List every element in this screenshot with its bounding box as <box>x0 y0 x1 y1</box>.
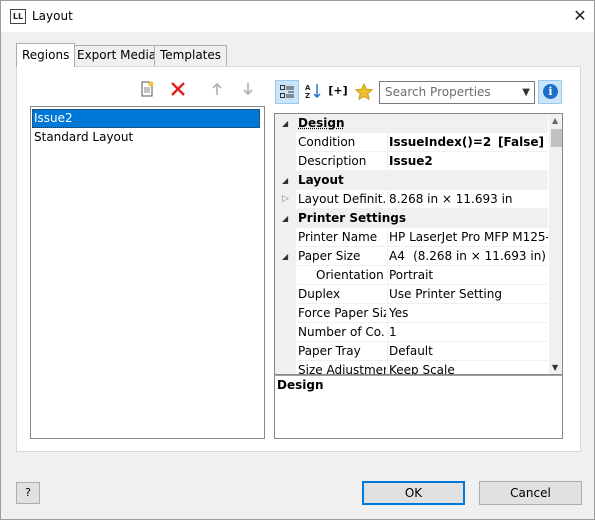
category-label: Design <box>298 116 345 130</box>
vertical-scrollbar[interactable]: ▲ ▼ <box>549 114 562 374</box>
help-button[interactable]: ? <box>16 482 40 504</box>
category-label: Printer Settings <box>298 211 406 225</box>
help-icon: ? <box>25 486 31 499</box>
property-name: Condition <box>298 133 386 152</box>
title-bar: LL Layout ✕ <box>1 1 594 32</box>
property-value[interactable]: Issue2 <box>387 152 548 171</box>
collapse-icon[interactable]: ◢ <box>282 209 288 228</box>
sort-az-icon[interactable]: AZ <box>301 80 325 104</box>
property-name: Duplex <box>298 285 386 304</box>
property-name: Description <box>298 152 386 171</box>
property-value[interactable]: Portrait <box>387 266 548 285</box>
info-button[interactable]: i <box>538 80 562 104</box>
property-value[interactable]: 8.268 in × 11.693 in <box>387 190 548 209</box>
app-icon: LL <box>10 9 26 24</box>
formula-icon[interactable]: [+] <box>326 80 350 104</box>
property-row-printer-name[interactable]: Printer Name HP LaserJet Pro MFP M125-..… <box>275 228 548 247</box>
property-name: Layout Definit... <box>298 190 386 209</box>
tab-export-media[interactable]: Export Media <box>71 45 163 66</box>
cancel-button[interactable]: Cancel <box>479 481 582 505</box>
regions-list[interactable]: Issue2 Standard Layout <box>30 106 265 439</box>
star-icon[interactable] <box>352 80 376 104</box>
property-name: Paper Tray <box>298 342 386 361</box>
window-title: Layout <box>32 9 73 23</box>
new-region-icon[interactable] <box>139 81 155 97</box>
property-value[interactable]: Yes <box>387 304 548 323</box>
delete-icon[interactable] <box>170 81 186 97</box>
category-layout[interactable]: ◢ Layout <box>275 171 548 190</box>
expand-icon[interactable]: ▷ <box>282 190 289 209</box>
property-value[interactable]: Default <box>387 342 548 361</box>
search-placeholder: Search Properties <box>385 85 491 99</box>
category-printer-settings[interactable]: ◢ Printer Settings <box>275 209 548 228</box>
category-label: Layout <box>298 173 344 187</box>
svg-text:Z: Z <box>305 92 310 99</box>
property-row-force-paper-size[interactable]: Force Paper Size Yes <box>275 304 548 323</box>
description-title: Design <box>277 378 324 392</box>
tab-templates[interactable]: Templates <box>154 45 228 66</box>
property-name: Paper Size <box>298 247 386 266</box>
scroll-down-icon[interactable]: ▼ <box>552 363 558 372</box>
layout-dialog: LL Layout ✕ Regions Export Media Templat… <box>0 0 595 520</box>
categorized-view-icon[interactable] <box>275 80 299 104</box>
scroll-up-icon[interactable]: ▲ <box>552 116 558 125</box>
property-name: Size Adjustment <box>298 361 386 374</box>
svg-text:A: A <box>305 84 311 92</box>
search-properties-input[interactable]: Search Properties ▼ <box>379 81 535 104</box>
collapse-icon[interactable]: ◢ <box>282 247 288 266</box>
property-row-orientation[interactable]: Orientation Portrait <box>275 266 548 285</box>
property-row-duplex[interactable]: Duplex Use Printer Setting <box>275 285 548 304</box>
property-value[interactable]: Use Printer Setting <box>387 285 548 304</box>
property-value[interactable]: HP LaserJet Pro MFP M125-... <box>387 228 548 247</box>
property-name: Printer Name <box>298 228 386 247</box>
close-icon[interactable]: ✕ <box>571 6 589 26</box>
property-row-paper-tray[interactable]: Paper Tray Default <box>275 342 548 361</box>
property-row-layout-definition[interactable]: ▷ Layout Definit... 8.268 in × 11.693 in <box>275 190 548 209</box>
property-value[interactable]: A4 (8.268 in × 11.693 in) <box>387 247 548 266</box>
property-name: Orientation <box>298 266 386 285</box>
ok-button[interactable]: OK <box>362 481 465 505</box>
property-value[interactable]: IssueIndex()=2 [False] <box>387 133 548 152</box>
collapse-icon[interactable]: ◢ <box>282 114 288 133</box>
category-design[interactable]: ◢ Design <box>275 114 548 133</box>
info-icon: i <box>543 84 558 99</box>
condition-formula: IssueIndex()=2 <box>389 135 492 149</box>
property-row-paper-size[interactable]: ◢ Paper Size A4 (8.268 in × 11.693 in) <box>275 247 548 266</box>
property-grid[interactable]: ◢ Design Condition IssueIndex()=2 [False… <box>274 113 563 375</box>
property-row-description[interactable]: Description Issue2 <box>275 152 548 171</box>
property-name: Number of Co... <box>298 323 386 342</box>
scrollbar-thumb[interactable] <box>551 129 562 147</box>
list-item-issue2[interactable]: Issue2 <box>32 109 260 128</box>
property-row-size-adjustment[interactable]: Size Adjustment Keep Scale <box>275 361 548 374</box>
chevron-down-icon[interactable]: ▼ <box>522 82 530 103</box>
property-row-condition[interactable]: Condition IssueIndex()=2 [False] <box>275 133 548 152</box>
list-item-standard-layout[interactable]: Standard Layout <box>32 128 133 147</box>
tab-regions[interactable]: Regions <box>16 43 76 67</box>
property-row-number-of-copies[interactable]: Number of Co... 1 <box>275 323 548 342</box>
collapse-icon[interactable]: ◢ <box>282 171 288 190</box>
arrow-down-icon[interactable] <box>240 81 256 97</box>
property-name: Force Paper Size <box>298 304 386 323</box>
condition-result: [False] <box>498 135 544 149</box>
paper-size-value: A4 <box>389 249 405 263</box>
property-value[interactable]: 1 <box>387 323 548 342</box>
property-value[interactable]: Keep Scale <box>387 361 548 374</box>
property-description-panel: Design <box>274 375 563 439</box>
paper-size-dims: (8.268 in × 11.693 in) <box>413 249 546 263</box>
arrow-up-icon[interactable] <box>209 81 225 97</box>
